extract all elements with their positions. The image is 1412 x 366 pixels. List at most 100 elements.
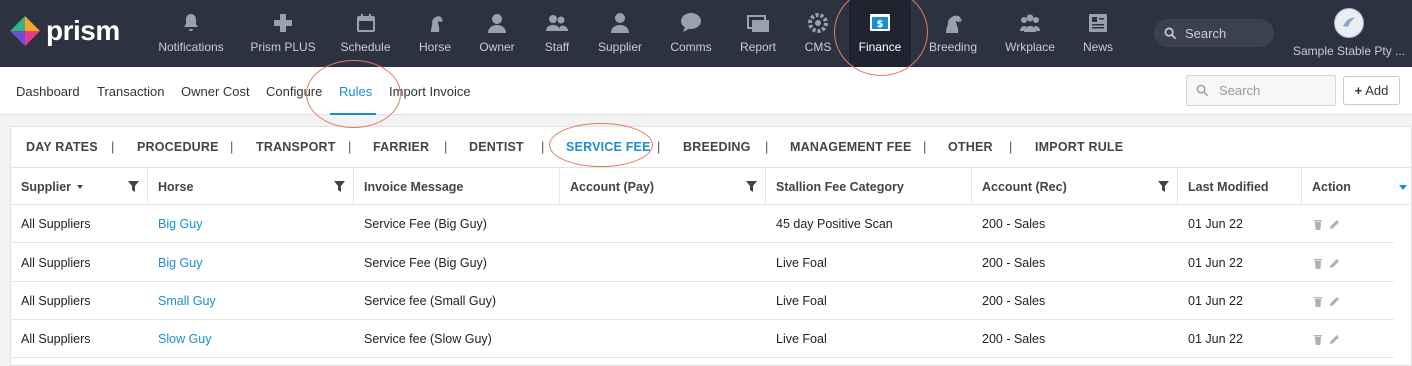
horse-head-icon: [431, 16, 443, 32]
table-row[interactable]: All Suppliers Big Guy Service Fee (Big G…: [11, 205, 1394, 243]
column-header-stallion-fee-category[interactable]: Stallion Fee Category: [766, 168, 972, 205]
nav-supplier[interactable]: Supplier: [596, 0, 644, 67]
account-name: Sample Stable Pty ...: [1292, 44, 1406, 58]
column-header-invoice-message[interactable]: Invoice Message: [354, 168, 560, 205]
nav-label: News: [1082, 40, 1113, 54]
ruletab-service-fee[interactable]: SERVICE FEE: [566, 140, 651, 154]
column-header-account-pay[interactable]: Account (Pay): [560, 168, 766, 205]
nav-label: Report: [739, 40, 777, 54]
tab-separator: |: [1009, 139, 1013, 154]
nav-label: Staff: [544, 40, 570, 54]
people-icon: [546, 15, 568, 31]
header-label: Last Modified: [1188, 179, 1269, 194]
table-row[interactable]: All Suppliers Slow Guy Service fee (Slow…: [11, 320, 1394, 358]
active-tab-indicator: [330, 113, 376, 115]
nav-label: Comms: [670, 40, 712, 54]
ruletab-day-rates[interactable]: DAY RATES: [26, 140, 98, 154]
filter-icon[interactable]: [1158, 181, 1169, 192]
nav-schedule[interactable]: Schedule: [338, 0, 393, 67]
table-row[interactable]: All Suppliers Small Guy Service fee (Sma…: [11, 282, 1394, 320]
column-header-account-rec[interactable]: Account (Rec): [972, 168, 1178, 205]
nav-label: Prism PLUS: [250, 40, 316, 54]
top-navigation-bar: prism Notifications Prism PLUS Schedule …: [0, 0, 1412, 67]
nav-label: Finance: [858, 40, 902, 54]
ruletab-farrier[interactable]: FARRIER: [373, 140, 429, 154]
nav-finance[interactable]: $ Finance: [849, 0, 911, 67]
nav-owner[interactable]: Owner: [476, 0, 518, 67]
nav-prism-plus[interactable]: Prism PLUS: [249, 0, 317, 67]
nav-label: Wrkplace: [1005, 40, 1055, 54]
nav-wrkplace[interactable]: Wrkplace: [1003, 0, 1057, 67]
nav-comms[interactable]: Comms: [668, 0, 714, 67]
plus-icon: +: [1354, 83, 1363, 98]
account-menu[interactable]: Sample Stable Pty ...: [1290, 8, 1408, 64]
nav-news[interactable]: News: [1080, 0, 1116, 67]
sort-caret-icon[interactable]: [75, 182, 85, 192]
cell-horse-link[interactable]: Slow Guy: [148, 320, 212, 358]
ruletab-procedure[interactable]: PROCEDURE: [137, 140, 219, 154]
subtab-import-invoice[interactable]: Import Invoice: [389, 84, 471, 99]
row-actions: [1313, 282, 1340, 320]
ruletab-other[interactable]: OTHER: [948, 140, 993, 154]
column-header-supplier[interactable]: Supplier: [11, 168, 148, 205]
stable-logo-icon: [1343, 17, 1355, 27]
cell-horse-link[interactable]: Big Guy: [148, 205, 202, 243]
global-search-input[interactable]: Search: [1154, 19, 1274, 47]
bell-icon: [184, 14, 198, 31]
pencil-icon[interactable]: [1329, 258, 1340, 269]
filter-icon[interactable]: [746, 181, 757, 192]
add-button[interactable]: + Add: [1343, 76, 1400, 105]
row-actions: [1313, 320, 1340, 358]
svg-text:$: $: [877, 19, 884, 30]
group-icon: [1020, 14, 1040, 32]
subtab-rules[interactable]: Rules: [339, 84, 372, 99]
column-header-horse[interactable]: Horse: [148, 168, 354, 205]
filter-icon[interactable]: [128, 181, 139, 192]
ruletab-breeding[interactable]: BREEDING: [683, 140, 751, 154]
header-label: Action: [1312, 179, 1351, 194]
nav-breeding[interactable]: Breeding: [927, 0, 979, 67]
supplier-person-icon: [611, 13, 629, 33]
ruletab-dentist[interactable]: DENTIST: [469, 140, 524, 154]
prism-logo[interactable]: prism: [8, 12, 138, 50]
cell-horse-link[interactable]: Small Guy: [148, 282, 216, 320]
cell-last-modified: 01 Jun 22: [1188, 294, 1243, 308]
calendar-icon: [356, 14, 375, 32]
chat-bubble-icon: [681, 13, 701, 32]
ruletab-import-rule[interactable]: IMPORT RULE: [1035, 140, 1123, 154]
nav-notifications[interactable]: Notifications: [155, 0, 227, 67]
rules-search-input[interactable]: Search: [1186, 75, 1336, 106]
cell-horse-link[interactable]: Big Guy: [148, 244, 202, 282]
subtab-transaction[interactable]: Transaction: [97, 84, 164, 99]
subtab-configure[interactable]: Configure: [266, 84, 322, 99]
ruletab-management-fee[interactable]: MANAGEMENT FEE: [790, 140, 912, 154]
gear-icon: [808, 13, 828, 33]
tab-separator: |: [444, 139, 448, 154]
nav-label: CMS: [804, 40, 832, 54]
finance-subnav: Dashboard Transaction Owner Cost Configu…: [0, 67, 1412, 115]
nav-report[interactable]: Report: [737, 0, 779, 67]
table-header: Supplier Horse Invoice Message Account (…: [11, 167, 1411, 205]
cell-last-modified: 01 Jun 22: [1188, 332, 1243, 346]
subtab-owner-cost[interactable]: Owner Cost: [181, 84, 250, 99]
table-row[interactable]: All Suppliers Big Guy Service Fee (Big G…: [11, 244, 1394, 282]
nav-staff[interactable]: Staff: [539, 0, 575, 67]
trash-icon[interactable]: [1313, 334, 1323, 345]
nav-label: Breeding: [928, 40, 978, 54]
filter-icon[interactable]: [334, 181, 345, 192]
pencil-icon[interactable]: [1329, 219, 1340, 230]
nav-horse[interactable]: Horse: [413, 0, 457, 67]
prism-logo-icon: [10, 16, 40, 46]
column-header-last-modified[interactable]: Last Modified: [1178, 168, 1302, 205]
pencil-icon[interactable]: [1329, 296, 1340, 307]
ruletab-transport[interactable]: TRANSPORT: [256, 140, 336, 154]
cell-account-rec: 200 - Sales: [982, 332, 1046, 346]
column-menu-caret-icon[interactable]: [1398, 182, 1408, 192]
nav-cms[interactable]: CMS: [802, 0, 834, 67]
subtab-dashboard[interactable]: Dashboard: [16, 84, 80, 99]
trash-icon[interactable]: [1313, 219, 1323, 230]
header-label: Invoice Message: [364, 179, 464, 194]
trash-icon[interactable]: [1313, 296, 1323, 307]
pencil-icon[interactable]: [1329, 334, 1340, 345]
trash-icon[interactable]: [1313, 258, 1323, 269]
